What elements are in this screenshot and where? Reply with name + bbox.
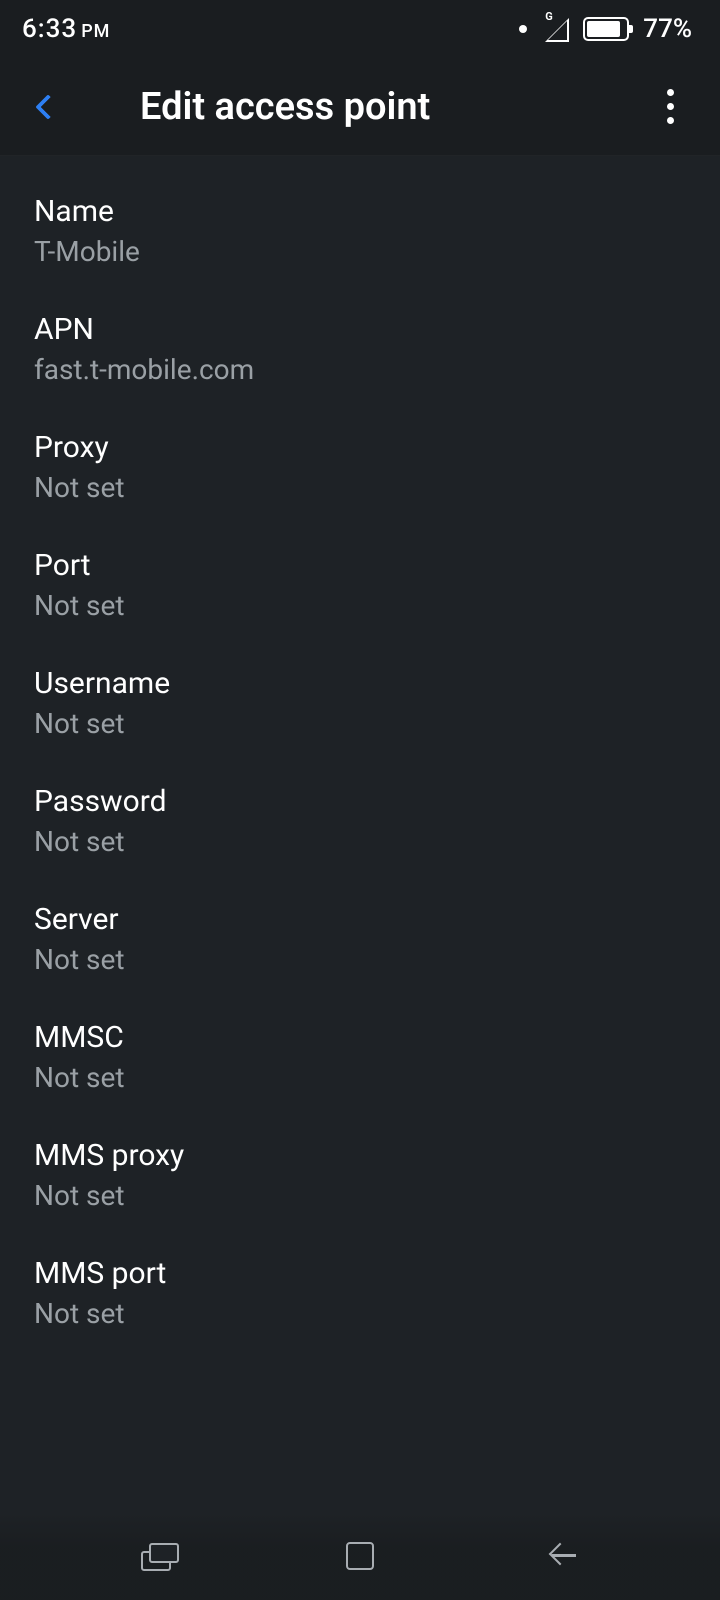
setting-label: Server — [34, 902, 686, 937]
setting-value: Not set — [34, 943, 686, 976]
setting-row-name[interactable]: Name T-Mobile — [0, 178, 720, 296]
status-time: 6:33 PM — [22, 14, 110, 44]
nav-recent-button[interactable] — [140, 1536, 180, 1576]
setting-row-password[interactable]: Password Not set — [0, 768, 720, 886]
setting-row-mmsc[interactable]: MMSC Not set — [0, 1004, 720, 1122]
system-nav-bar — [0, 1512, 720, 1600]
setting-label: MMS proxy — [34, 1138, 686, 1173]
settings-list: Name T-Mobile APN fast.t-mobile.com Prox… — [0, 156, 720, 1358]
status-icons: G 77% — [519, 14, 692, 44]
more-vertical-icon — [667, 117, 674, 124]
clock-time: 6:33 — [22, 14, 77, 44]
more-vertical-icon — [667, 103, 674, 110]
more-vertical-icon — [667, 89, 674, 96]
page-title: Edit access point — [140, 85, 640, 129]
home-icon — [346, 1542, 374, 1570]
setting-row-apn[interactable]: APN fast.t-mobile.com — [0, 296, 720, 414]
setting-value: Not set — [34, 471, 686, 504]
battery-icon — [583, 17, 629, 41]
setting-value: fast.t-mobile.com — [34, 353, 686, 386]
more-menu-button[interactable] — [640, 77, 700, 137]
setting-row-proxy[interactable]: Proxy Not set — [0, 414, 720, 532]
setting-value: T-Mobile — [34, 235, 686, 268]
setting-row-server[interactable]: Server Not set — [0, 886, 720, 1004]
setting-value: Not set — [34, 825, 686, 858]
battery-percent: 77% — [643, 14, 692, 44]
recent-apps-icon — [145, 1545, 175, 1567]
setting-label: Name — [34, 194, 686, 229]
back-arrow-icon — [546, 1542, 574, 1570]
nav-home-button[interactable] — [340, 1536, 380, 1576]
setting-label: MMSC — [34, 1020, 686, 1055]
setting-label: Port — [34, 548, 686, 583]
back-button[interactable] — [0, 58, 90, 155]
nav-back-button[interactable] — [540, 1536, 580, 1576]
notification-dot-icon — [519, 25, 527, 33]
chevron-left-icon — [35, 94, 60, 119]
app-bar: Edit access point — [0, 58, 720, 156]
setting-row-port[interactable]: Port Not set — [0, 532, 720, 650]
setting-label: Password — [34, 784, 686, 819]
setting-value: Not set — [34, 1179, 686, 1212]
cellular-signal-icon: G — [541, 16, 569, 42]
setting-label: MMS port — [34, 1256, 686, 1291]
setting-label: Username — [34, 666, 686, 701]
setting-label: Proxy — [34, 430, 686, 465]
setting-row-username[interactable]: Username Not set — [0, 650, 720, 768]
setting-value: Not set — [34, 589, 686, 622]
setting-row-mms-proxy[interactable]: MMS proxy Not set — [0, 1122, 720, 1240]
setting-value: Not set — [34, 707, 686, 740]
setting-value: Not set — [34, 1297, 686, 1330]
setting-label: APN — [34, 312, 686, 347]
status-bar: 6:33 PM G 77% — [0, 0, 720, 58]
setting-value: Not set — [34, 1061, 686, 1094]
clock-ampm: PM — [81, 21, 110, 42]
setting-row-mms-port[interactable]: MMS port Not set — [0, 1240, 720, 1358]
